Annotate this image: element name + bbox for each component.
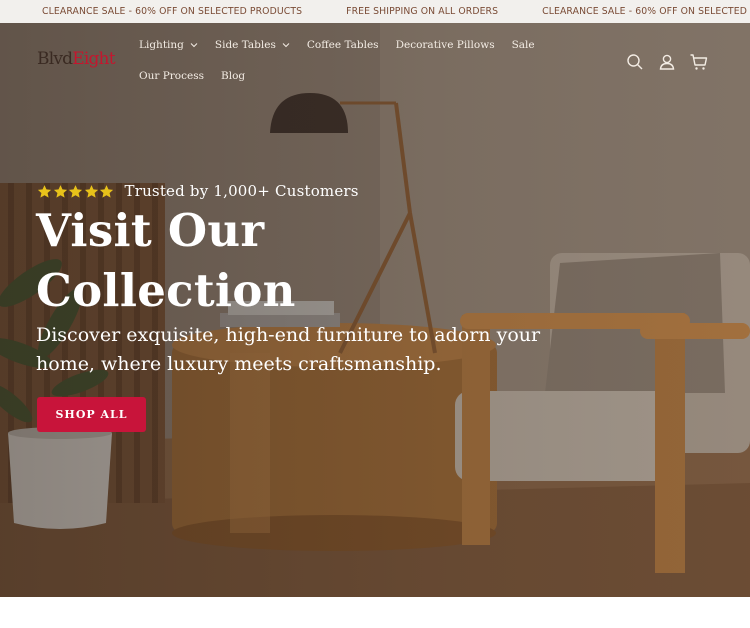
star-icon bbox=[99, 184, 114, 198]
hero-banner: BlvdEight Lighting Side Tables Coffee Ta… bbox=[0, 23, 750, 597]
nav-item-label: Our Process bbox=[139, 70, 205, 82]
announcement-text: CLEARANCE SALE - 60% OFF ON SELECTED PRO bbox=[542, 6, 750, 17]
account-icon bbox=[659, 54, 675, 70]
chevron-down-icon bbox=[282, 43, 290, 48]
cart-button[interactable] bbox=[689, 52, 709, 72]
nav-row-secondary: Our Process Blog bbox=[139, 68, 569, 84]
star-icon bbox=[37, 184, 52, 198]
search-button[interactable] bbox=[625, 52, 645, 72]
cart-icon bbox=[690, 54, 708, 70]
star-icon bbox=[53, 184, 67, 198]
nav-item-our-process[interactable]: Our Process bbox=[139, 70, 204, 82]
logo-text-part1: Blvd bbox=[37, 49, 73, 69]
account-button[interactable] bbox=[657, 52, 677, 72]
nav-row-primary: Lighting Side Tables Coffee Tables Decor… bbox=[139, 37, 569, 53]
nav-item-lighting[interactable]: Lighting bbox=[139, 39, 198, 51]
nav-item-label: Sale bbox=[511, 39, 535, 51]
store-logo[interactable]: BlvdEight bbox=[37, 49, 116, 69]
nav-item-decorative-pillows[interactable]: Decorative Pillows bbox=[396, 39, 495, 51]
hero-title-line1: Visit Our bbox=[36, 204, 265, 257]
nav-item-label: Lighting bbox=[139, 39, 184, 51]
announcement-text: CLEARANCE SALE - 60% OFF ON SELECTED PRO… bbox=[42, 6, 303, 17]
announcement-text: FREE SHIPPING ON ALL ORDERS bbox=[346, 6, 499, 17]
nav-item-coffee-tables[interactable]: Coffee Tables bbox=[307, 39, 379, 51]
header-actions bbox=[625, 52, 721, 72]
hero-title-line2: Collection bbox=[36, 264, 296, 317]
nav-item-label: Side Tables bbox=[214, 39, 276, 51]
nav-item-blog[interactable]: Blog bbox=[221, 70, 245, 82]
hero-subtitle: Discover exquisite, high-end furniture t… bbox=[36, 324, 541, 375]
nav-item-label: Blog bbox=[221, 70, 246, 82]
page-section-below bbox=[0, 597, 750, 628]
hero-title: Visit Our Collection bbox=[36, 201, 436, 321]
rating-text: Trusted by 1,000+ Customers bbox=[124, 182, 359, 200]
rating-row: Trusted by 1,000+ Customers bbox=[37, 182, 359, 200]
nav-item-sale[interactable]: Sale bbox=[512, 39, 535, 51]
star-icon bbox=[84, 184, 98, 198]
nav-item-label: Decorative Pillows bbox=[395, 39, 495, 51]
logo-text-part2: Eight bbox=[72, 49, 115, 69]
announcement-bar: S CLEARANCE SALE - 60% OFF ON SELECTED P… bbox=[0, 0, 750, 23]
chevron-down-icon bbox=[190, 43, 198, 48]
shop-all-button[interactable]: SHOP ALL bbox=[37, 397, 146, 432]
nav-item-side-tables[interactable]: Side Tables bbox=[215, 39, 290, 51]
star-icon bbox=[68, 184, 83, 198]
rating-stars bbox=[37, 184, 115, 199]
nav-item-label: Coffee Tables bbox=[306, 39, 379, 51]
search-icon bbox=[627, 54, 643, 70]
main-navigation: Lighting Side Tables Coffee Tables Decor… bbox=[139, 37, 569, 99]
